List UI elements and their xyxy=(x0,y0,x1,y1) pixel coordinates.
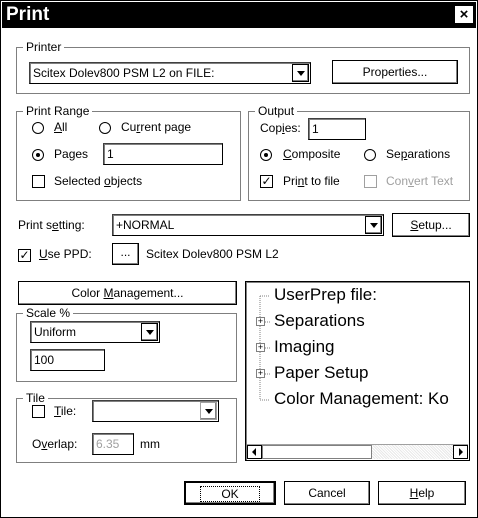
tile-mode-select[interactable] xyxy=(92,400,219,422)
chevron-down-icon[interactable] xyxy=(200,402,217,420)
setup-button[interactable]: Setup... xyxy=(392,213,470,237)
printer-select[interactable]: Scitex Dolev800 PSM L2 on FILE: xyxy=(29,62,311,84)
chevron-right-icon xyxy=(459,448,463,456)
ok-label: OK xyxy=(200,486,260,502)
tree-item-imaging[interactable]: Imaging xyxy=(274,337,334,357)
radio-pages[interactable] xyxy=(32,149,44,161)
copies-input[interactable]: 1 xyxy=(308,118,366,140)
convert-text-label: Convert Text xyxy=(386,174,454,188)
selected-objects-label: Selected objects xyxy=(54,174,143,188)
convert-text-checkbox[interactable] xyxy=(364,175,377,188)
printer-group-label: Printer xyxy=(26,40,62,54)
properties-button[interactable]: Properties... xyxy=(332,60,458,84)
radio-separations[interactable] xyxy=(364,149,376,161)
tree-item-userprep[interactable]: UserPrep file: xyxy=(274,285,377,305)
print-dialog: Print × Printer Scitex Dolev800 PSM L2 o… xyxy=(0,0,478,518)
chevron-down-icon[interactable] xyxy=(365,216,382,234)
overlap-unit: mm xyxy=(140,437,160,451)
chevron-left-icon xyxy=(252,448,256,456)
pages-input[interactable]: 1 xyxy=(103,143,223,165)
tree-item-paper-setup[interactable]: Paper Setup xyxy=(274,363,369,383)
tile-label: Tile: xyxy=(54,404,77,418)
expand-icon[interactable]: + xyxy=(256,343,265,352)
use-ppd-checkbox[interactable]: ✓ xyxy=(18,249,31,262)
print-setting-label: Print setting: xyxy=(18,218,85,232)
scale-mode-select[interactable]: Uniform xyxy=(30,321,160,343)
radio-composite[interactable] xyxy=(260,149,272,161)
print-setting-select[interactable]: +NORMAL xyxy=(112,214,384,236)
help-button[interactable]: Help xyxy=(378,481,466,505)
print-to-file-label: Print to file xyxy=(283,174,340,188)
expand-icon[interactable]: + xyxy=(256,369,265,378)
ppd-name: Scitex Dolev800 PSM L2 xyxy=(146,247,279,261)
radio-current-page-label: Current page xyxy=(121,120,192,134)
overlap-input[interactable]: 6.35 xyxy=(92,433,134,455)
radio-separations-label: Separations xyxy=(386,147,451,161)
radio-all[interactable] xyxy=(32,122,44,134)
scroll-thumb[interactable] xyxy=(262,445,372,459)
output-group-label: Output xyxy=(258,104,295,118)
scale-group-label: Scale % xyxy=(26,306,71,320)
ok-button[interactable]: OK xyxy=(184,481,276,505)
print-to-file-checkbox[interactable]: ✓ xyxy=(260,175,273,188)
tree-item-separations[interactable]: Separations xyxy=(274,311,365,331)
scale-mode-value: Uniform xyxy=(34,325,77,339)
use-ppd-label: Use PPD: xyxy=(39,247,92,261)
ppd-browse-button[interactable]: ... xyxy=(112,243,139,265)
close-button[interactable]: × xyxy=(454,5,474,24)
expand-icon[interactable]: + xyxy=(256,317,265,326)
chevron-down-icon[interactable] xyxy=(141,323,158,341)
settings-tree[interactable]: UserPrep file: + Separations + Imaging +… xyxy=(245,281,470,461)
radio-current-page[interactable] xyxy=(99,122,111,134)
scroll-right-button[interactable] xyxy=(453,445,468,459)
radio-composite-label: Composite xyxy=(283,147,341,161)
scale-value-input[interactable]: 100 xyxy=(30,349,105,371)
scroll-left-button[interactable] xyxy=(247,445,262,459)
printer-select-value: Scitex Dolev800 PSM L2 on FILE: xyxy=(33,66,215,80)
overlap-label: Overlap: xyxy=(32,437,78,451)
tile-checkbox[interactable] xyxy=(32,405,45,418)
tile-group-label: Tile xyxy=(26,391,45,405)
cancel-button[interactable]: Cancel xyxy=(284,481,370,505)
selected-objects-checkbox[interactable] xyxy=(32,175,45,188)
radio-all-label: All xyxy=(54,120,68,134)
print-setting-value: +NORMAL xyxy=(116,218,175,232)
radio-pages-label: Pages xyxy=(54,147,89,161)
print-range-group-label: Print Range xyxy=(26,104,90,118)
horizontal-scrollbar[interactable] xyxy=(247,444,468,459)
tree-item-color-management[interactable]: Color Management: Ko xyxy=(274,389,449,409)
window-title: Print xyxy=(6,4,50,25)
title-bar: Print × xyxy=(2,2,476,28)
chevron-down-icon[interactable] xyxy=(292,64,309,82)
color-management-button[interactable]: Color Management... xyxy=(18,281,237,305)
copies-label: Copies: xyxy=(260,121,301,135)
